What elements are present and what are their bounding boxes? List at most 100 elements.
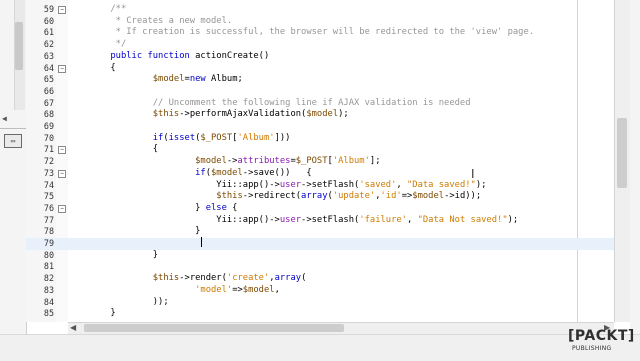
code-token: } xyxy=(68,308,116,319)
code-token: $model xyxy=(211,167,243,178)
fold-toggle-icon[interactable]: − xyxy=(58,146,66,155)
line-number: 69 xyxy=(43,121,54,131)
line-number: 63 xyxy=(43,50,54,61)
code-line[interactable]: $this->redirect(array('update','id'=>$mo… xyxy=(68,191,614,203)
line-number: 77 xyxy=(43,214,54,225)
code-token: $model xyxy=(242,284,275,295)
code-token: $this xyxy=(152,109,180,120)
code-token: 'create' xyxy=(226,273,270,284)
code-token: actionCreate() xyxy=(195,50,270,61)
line-number: 79 xyxy=(43,238,54,248)
code-token: // Uncomment the following line if AJAX … xyxy=(152,97,471,108)
code-line[interactable]: // Uncomment the following line if AJAX … xyxy=(68,98,614,110)
code-line[interactable]: $model->attributes=$_POST['Album']; xyxy=(68,156,614,168)
vertical-scroll-thumb[interactable] xyxy=(617,118,627,188)
code-line[interactable]: * Creates a new model. xyxy=(68,16,614,28)
code-token: $this xyxy=(152,273,180,284)
code-token: => xyxy=(232,284,243,295)
code-line[interactable] xyxy=(68,261,614,273)
code-line[interactable]: $this->render('create',array( xyxy=(68,273,614,285)
code-token: ]; xyxy=(369,156,381,167)
scroll-left-arrow-icon[interactable]: ◀ xyxy=(70,323,76,332)
line-number: 65 xyxy=(43,74,54,85)
code-line[interactable]: } xyxy=(68,308,614,320)
line-number: 74 xyxy=(43,179,54,190)
code-line[interactable]: )); xyxy=(68,297,614,309)
code-token: user xyxy=(279,214,302,225)
line-number: 66 xyxy=(43,85,54,96)
fold-toggle-icon[interactable]: − xyxy=(58,169,66,178)
code-token: 'Album' xyxy=(332,156,370,167)
code-token: $model xyxy=(412,191,445,202)
code-line[interactable]: */ xyxy=(68,39,614,51)
code-token: 'update' xyxy=(332,191,376,202)
line-number: 85 xyxy=(43,308,54,319)
code-token: ->setFlash( xyxy=(301,214,360,225)
code-token: array xyxy=(274,273,302,284)
code-token: ); xyxy=(507,214,519,225)
code-line[interactable]: $this->performAjaxValidation($model); xyxy=(68,109,614,121)
line-number: 64 xyxy=(43,62,54,73)
line-number: 83 xyxy=(43,284,54,295)
code-fold-column xyxy=(56,0,68,322)
code-line[interactable]: { xyxy=(68,144,614,156)
code-editor[interactable]: /** * Creates a new model. * If creation… xyxy=(68,0,614,322)
fold-toggle-icon[interactable]: − xyxy=(58,204,66,213)
code-line[interactable]: public function actionCreate() xyxy=(68,51,614,63)
line-number: 61 xyxy=(43,27,54,38)
code-token: if xyxy=(152,132,164,143)
code-line[interactable] xyxy=(68,121,614,133)
line-number: 73 xyxy=(43,167,54,178)
fold-toggle-icon[interactable]: − xyxy=(58,64,66,73)
code-token: 'failure' xyxy=(359,214,407,225)
fold-toggle-icon[interactable]: − xyxy=(58,6,66,14)
horizontal-scroll-thumb[interactable] xyxy=(84,324,344,332)
code-token: user xyxy=(279,179,302,190)
left-panel-arrow-icon[interactable]: ◀ xyxy=(2,114,7,123)
code-token: ->id)); xyxy=(444,191,482,202)
code-token: } xyxy=(68,226,201,237)
line-number: 81 xyxy=(43,261,54,272)
code-line[interactable]: if($model->save()) { xyxy=(68,168,614,180)
left-panel-scroll-thumb[interactable] xyxy=(15,22,23,70)
line-number: 82 xyxy=(43,273,54,284)
code-token: "Data Not saved!" xyxy=(417,214,508,225)
code-token: $_POST xyxy=(295,156,328,167)
line-number: 70 xyxy=(43,132,54,143)
mouse-text-cursor-icon: I xyxy=(471,167,475,181)
code-token: Album; xyxy=(211,74,243,85)
code-token: ])) xyxy=(274,132,291,143)
code-token: if xyxy=(195,167,206,178)
code-line[interactable]: if(isset($_POST['Album'])) xyxy=(68,133,614,145)
code-line[interactable] xyxy=(68,86,614,98)
code-line[interactable]: /** xyxy=(68,4,614,16)
line-number: 60 xyxy=(43,15,54,26)
code-token: Yii::app()-> xyxy=(68,179,280,190)
panel-window-icon[interactable]: ▭ xyxy=(4,134,22,148)
code-line[interactable]: { xyxy=(68,63,614,75)
line-number: 84 xyxy=(43,296,54,307)
code-line[interactable]: } xyxy=(68,250,614,262)
code-token: } xyxy=(68,249,159,260)
code-line[interactable]: * If creation is successful, the browser… xyxy=(68,27,614,39)
code-line[interactable]: 'model'=>$model, xyxy=(68,285,614,297)
code-token: $model xyxy=(195,156,227,167)
code-line[interactable]: } else { xyxy=(68,203,614,215)
code-token: public function xyxy=(110,50,196,61)
code-line[interactable]: } xyxy=(68,226,614,238)
code-token: , xyxy=(274,284,280,295)
code-token: { xyxy=(68,62,116,73)
code-token: { xyxy=(68,144,159,155)
code-line[interactable]: $model=new Album; xyxy=(68,74,614,86)
code-token: => xyxy=(401,191,413,202)
code-token: $_POST xyxy=(200,132,233,143)
code-line[interactable] xyxy=(68,238,614,250)
code-line[interactable]: Yii::app()->user->setFlash('saved', "Dat… xyxy=(68,180,614,192)
code-token: ->render( xyxy=(179,273,227,284)
code-line[interactable]: Yii::app()->user->setFlash('failure', "D… xyxy=(68,215,614,227)
right-edge-panel xyxy=(630,0,640,360)
